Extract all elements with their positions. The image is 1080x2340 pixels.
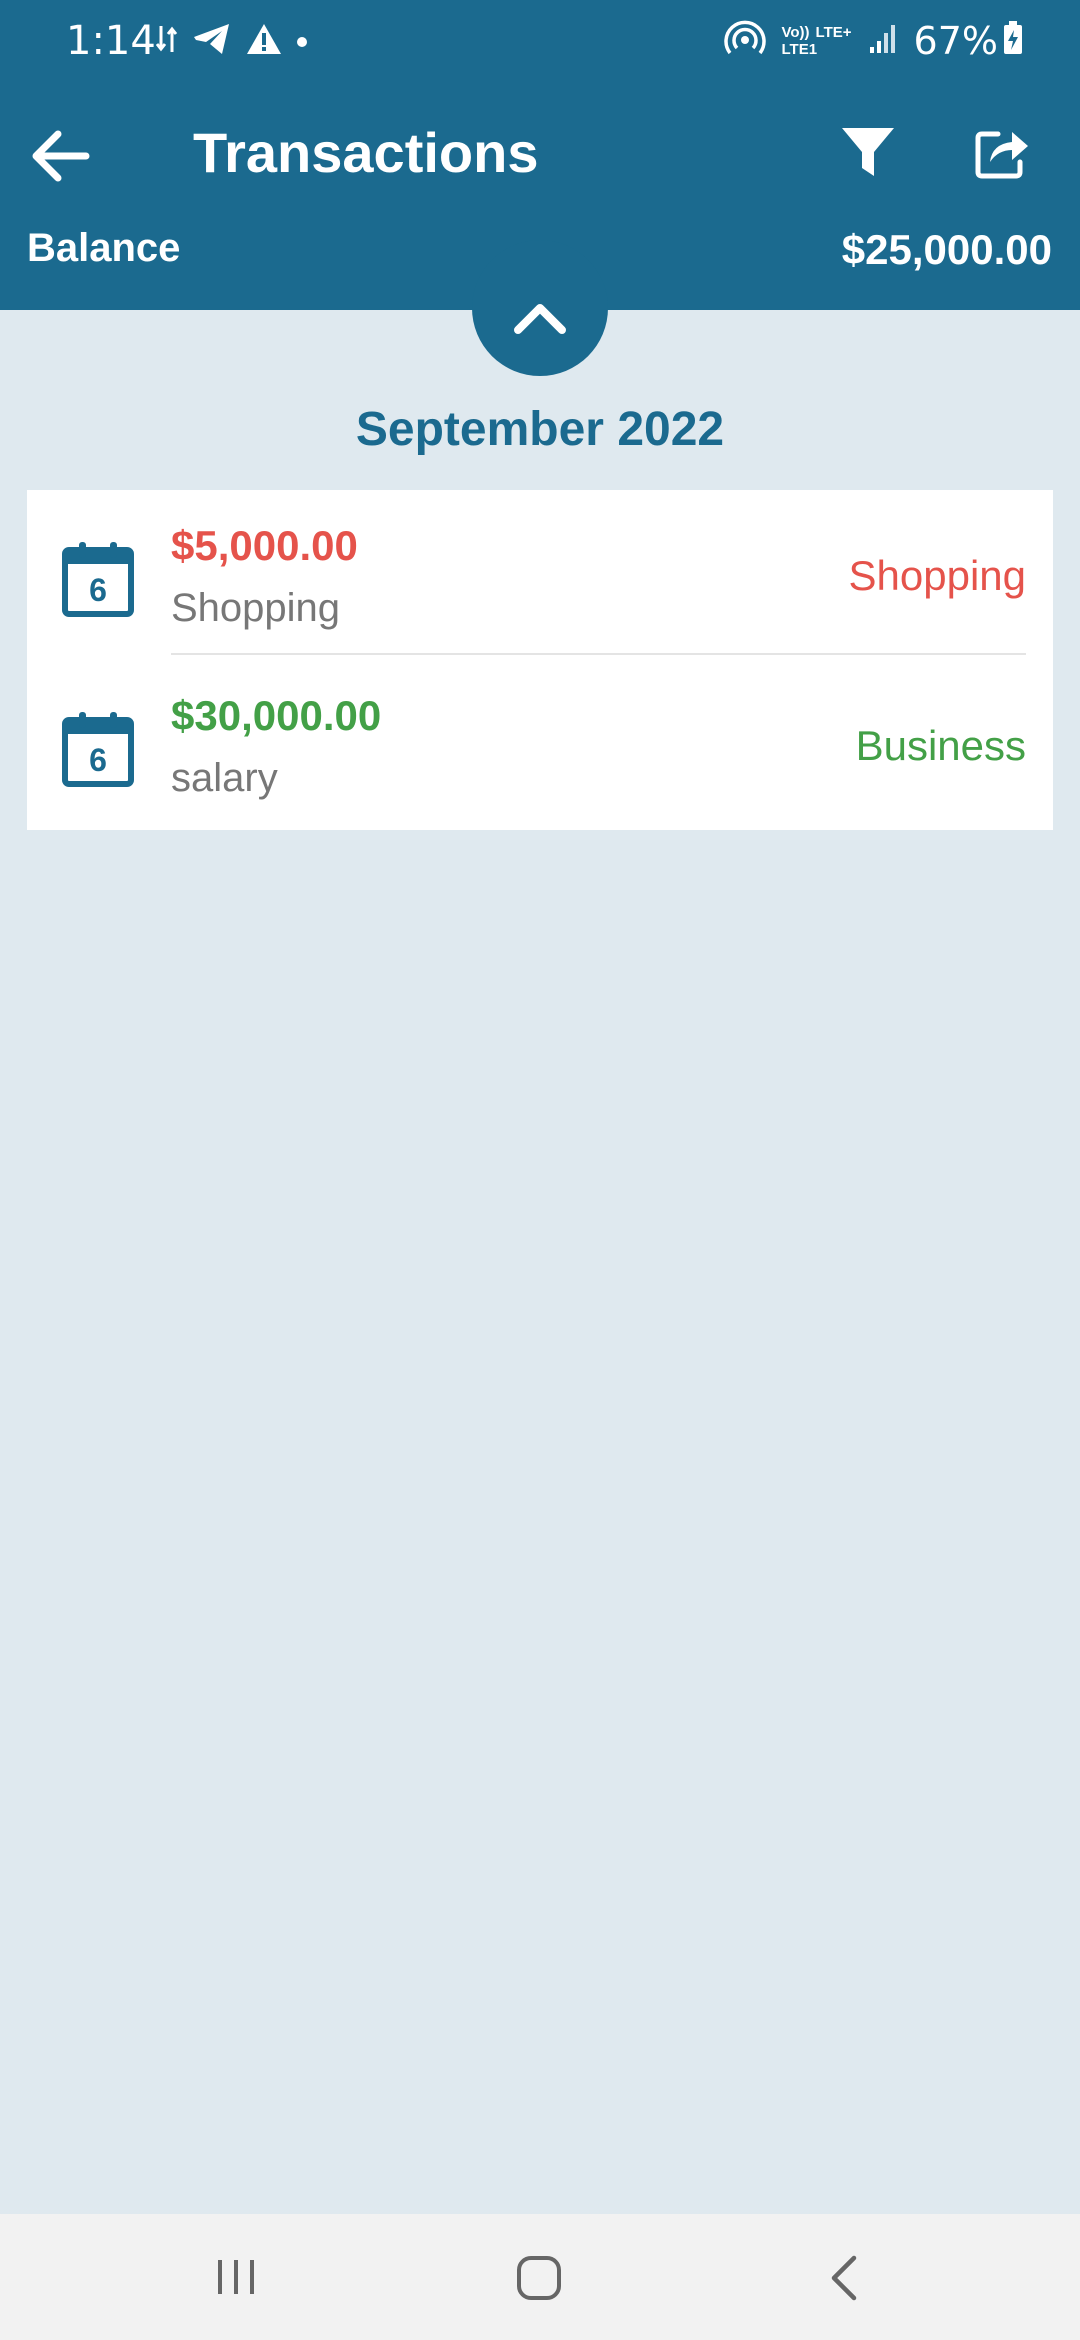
system-nav-bar xyxy=(0,2214,1080,2340)
telegram-icon xyxy=(192,22,232,61)
transaction-row[interactable]: 6 $30,000.00 salary Business xyxy=(27,660,1053,830)
back-button[interactable] xyxy=(28,122,96,190)
back-arrow-icon xyxy=(32,130,90,182)
recents-button[interactable] xyxy=(214,2254,258,2300)
transaction-category: Business xyxy=(855,722,1026,769)
lte-plus-label: LTE+ xyxy=(815,23,852,41)
transaction-amount: $5,000.00 xyxy=(171,522,358,569)
home-icon xyxy=(517,2256,561,2300)
calendar-icon: 6 xyxy=(61,710,135,788)
sim-label: LTE1 xyxy=(781,40,818,58)
chevron-up-icon xyxy=(514,304,566,334)
status-system-icons: Vo)) LTE+ LTE1 67% xyxy=(708,18,1025,63)
transaction-note: Shopping xyxy=(171,586,341,630)
transaction-category: Shopping xyxy=(848,552,1027,599)
balance-value: $25,000.00 xyxy=(841,226,1052,273)
volte-label: Vo)) xyxy=(781,23,810,41)
warning-icon xyxy=(246,22,282,61)
share-button[interactable] xyxy=(972,122,1032,182)
status-bar: 1:14 Vo)) LTE+ LTE1 67% xyxy=(0,0,1080,84)
share-icon xyxy=(975,131,1028,179)
status-notification-icons xyxy=(155,22,322,61)
recents-icon xyxy=(218,2260,254,2294)
filter-icon xyxy=(842,128,894,176)
hotspot-icon xyxy=(723,18,766,63)
nav-back-icon xyxy=(831,2255,857,2301)
calendar-day: 6 xyxy=(89,572,107,608)
month-header: September 2022 xyxy=(355,403,725,456)
collapse-button[interactable] xyxy=(472,240,608,376)
signal-icon xyxy=(868,21,898,60)
row-divider xyxy=(171,653,1026,655)
battery-icon xyxy=(1002,20,1024,61)
network-indicator: Vo)) LTE+ LTE1 xyxy=(782,24,852,58)
transactions-list: 6 $5,000.00 Shopping Shopping 6 $30,000.… xyxy=(27,490,1053,830)
data-transfer-icon xyxy=(155,22,178,61)
status-time: 1:14 xyxy=(66,18,156,64)
nav-back-button[interactable] xyxy=(826,2254,860,2302)
calendar-icon: 6 xyxy=(61,540,135,618)
transaction-note: salary xyxy=(171,756,278,800)
filter-button[interactable] xyxy=(838,122,898,182)
dot-icon xyxy=(296,22,308,61)
home-button[interactable] xyxy=(515,2254,563,2302)
transaction-row[interactable]: 6 $5,000.00 Shopping Shopping xyxy=(27,490,1053,660)
calendar-day: 6 xyxy=(89,742,107,778)
page-title: Transactions xyxy=(193,121,539,184)
transaction-amount: $30,000.00 xyxy=(171,692,382,739)
balance-label: Balance xyxy=(27,226,181,270)
battery-percent: 67% xyxy=(913,18,998,63)
